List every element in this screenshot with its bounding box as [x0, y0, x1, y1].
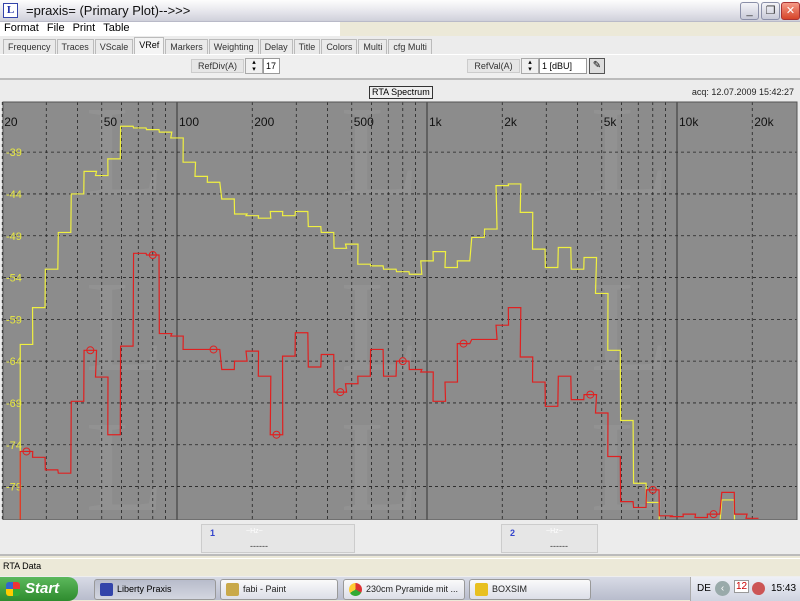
x-tick-label: 100	[179, 115, 199, 129]
x-tick-label: 20	[4, 115, 18, 129]
taskbar: Start Liberty Praxis fabi - Paint 230cm …	[0, 576, 800, 601]
watermark-logo: L	[340, 255, 419, 399]
tab-cfg-multi[interactable]: cfg Multi	[388, 39, 432, 54]
refval-input[interactable]: 1 [dBU]	[539, 58, 587, 74]
menu-format[interactable]: Format	[0, 22, 43, 35]
marker-1-unit: ~Hz~	[246, 528, 263, 535]
y-tick-label: -69	[6, 398, 22, 410]
tab-markers[interactable]: Markers	[165, 39, 208, 54]
menu-bar: Format File Print Table	[0, 22, 340, 36]
y-tick-label: -59	[6, 314, 22, 326]
acquisition-time: acq: 12.07.2009 15:42:27	[691, 87, 794, 97]
watermark-logo: L	[590, 100, 669, 224]
tab-colors[interactable]: Colors	[321, 39, 358, 54]
close-button[interactable]: ✕	[781, 2, 800, 20]
x-tick-label: 500	[354, 115, 374, 129]
x-tick-label: 50	[104, 115, 118, 129]
x-tick-label: 10k	[679, 115, 699, 129]
y-tick-label: -44	[6, 189, 22, 201]
task-boxsim[interactable]: BOXSIM	[469, 579, 591, 600]
refval-spinner[interactable]: ▴ ▾	[521, 58, 539, 74]
start-label: Start	[25, 580, 60, 597]
app-icon: L	[3, 3, 18, 18]
rta-spectrum-button[interactable]: RTA Spectrum	[369, 86, 433, 99]
menu-table[interactable]: Table	[99, 22, 133, 35]
task-liberty-praxis[interactable]: Liberty Praxis	[94, 579, 216, 600]
x-tick-label: 5k	[604, 115, 618, 129]
tab-weighting[interactable]: Weighting	[208, 39, 259, 54]
refdiv-spinner[interactable]: ▴ ▾	[245, 58, 263, 74]
task-chrome[interactable]: 230cm Pyramide mit ...	[343, 579, 465, 600]
tab-vscale[interactable]: VScale	[94, 39, 134, 54]
tab-bar: Frequency Traces VScale VRef Markers Wei…	[3, 37, 433, 55]
menu-file[interactable]: File	[43, 22, 69, 35]
tab-frequency[interactable]: Frequency	[3, 39, 56, 54]
calendar-icon[interactable]: 12	[734, 580, 750, 593]
watermark-logo: L	[590, 255, 669, 399]
x-tick-label: 200	[254, 115, 274, 129]
praxis-icon	[100, 583, 113, 596]
y-tick-label: -79	[6, 482, 22, 494]
pen-icon[interactable]: ✎	[589, 58, 605, 74]
network-icon[interactable]	[752, 582, 765, 595]
tray-expand-icon[interactable]: ‹	[715, 581, 730, 596]
y-tick-label: -74	[6, 440, 22, 452]
x-tick-label: 20k	[754, 115, 774, 129]
refdiv-label: RefDiv(A)	[191, 59, 244, 73]
refval-label: RefVal(A)	[467, 59, 520, 73]
tab-vref[interactable]: VRef	[134, 37, 165, 54]
minimize-button[interactable]: _	[740, 2, 759, 20]
marker-2-number: 2	[510, 528, 516, 538]
marker-1-box: 1 ~Hz~ ------	[201, 524, 355, 553]
title-bar: L =praxis= (Primary Plot)-->>> _ ❐ ✕	[0, 0, 800, 22]
system-tray: DE ‹ 12 15:43	[690, 577, 800, 601]
task-label: fabi - Paint	[243, 584, 287, 594]
tab-traces[interactable]: Traces	[56, 39, 94, 54]
language-indicator[interactable]: DE	[697, 583, 711, 594]
marker-panel: 1 ~Hz~ ------ 2 ~Hz~ ------	[0, 520, 800, 556]
tab-title[interactable]: Title	[293, 39, 321, 54]
task-label: 230cm Pyramide mit ...	[366, 584, 459, 594]
marker-2-box: 2 ~Hz~ ------	[501, 524, 598, 553]
paint-icon	[226, 583, 239, 596]
menu-print[interactable]: Print	[69, 22, 100, 35]
status-bar: RTA Data	[0, 558, 800, 574]
watermark-logo: L	[340, 395, 419, 522]
chrome-icon	[349, 583, 362, 596]
clock: 15:43	[771, 583, 797, 594]
marker-2-value: ------	[550, 541, 568, 551]
refdiv-input[interactable]: 17	[263, 58, 280, 74]
marker-1-number: 1	[210, 528, 216, 538]
y-tick-label: -64	[6, 356, 22, 368]
start-button[interactable]: Start	[0, 577, 78, 601]
y-tick-label: -39	[6, 147, 22, 159]
y-tick-label: -49	[6, 231, 22, 243]
window-title: =praxis= (Primary Plot)-->>>	[26, 3, 191, 18]
boxsim-icon	[475, 583, 488, 596]
rta-plot[interactable]: LLLLLLL L L-39-44-49-54-59-64-69-74-7920 50…	[0, 100, 800, 522]
task-label: BOXSIM	[492, 584, 528, 594]
task-label: Liberty Praxis	[117, 584, 172, 594]
vref-panel: RefDiv(A) ▴ ▾ 17 RefVal(A) ▴ ▾ 1 [dBU] ✎	[0, 54, 800, 80]
y-tick-label: -54	[6, 273, 22, 285]
tab-delay[interactable]: Delay	[259, 39, 293, 54]
windows-flag-icon	[6, 582, 20, 596]
tab-multi[interactable]: Multi	[358, 39, 388, 54]
plot-header: RTA Spectrum acq: 12.07.2009 15:42:27	[0, 84, 800, 100]
maximize-button[interactable]: ❐	[761, 2, 780, 20]
watermark-logo: L	[340, 100, 419, 224]
marker-2-unit: ~Hz~	[546, 528, 563, 535]
x-tick-label: 1k	[429, 115, 443, 129]
marker-1-value: ------	[250, 541, 268, 551]
task-paint[interactable]: fabi - Paint	[220, 579, 338, 600]
x-tick-label: 2k	[504, 115, 518, 129]
